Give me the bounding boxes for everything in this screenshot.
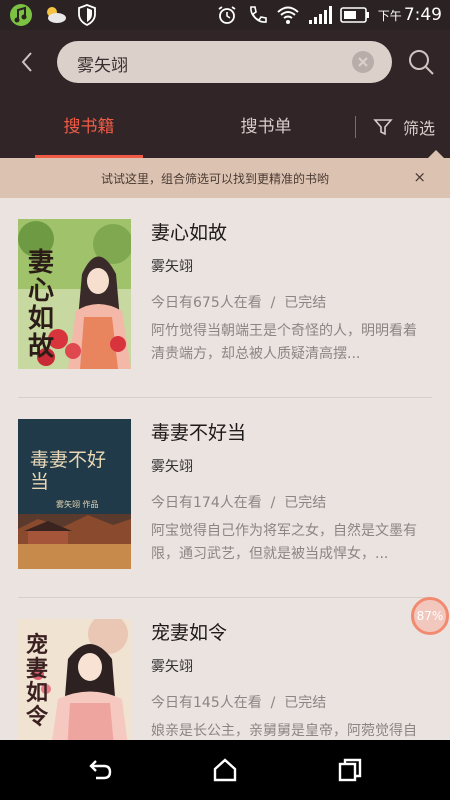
filter-tip-banner: 试试这里，组合筛选可以找到更精准的书哟 ×: [0, 150, 450, 198]
cover-author: 雾矢翊 作品: [56, 500, 99, 509]
home-icon[interactable]: [211, 756, 239, 784]
reader-count: 今日有145人在看: [151, 695, 262, 711]
tab-divider: [355, 116, 356, 138]
book-description: 娘亲是长公主，亲舅舅是皇帝，阿菀觉得自己一生应该能顺遂...: [151, 723, 417, 739]
book-title: 妻心如故: [151, 222, 228, 244]
app-header: 雾矢翊 搜书籍 搜书单 筛选: [0, 30, 450, 158]
book-author: 雾矢翊: [151, 659, 193, 675]
list-item[interactable]: 宠妻如令 宠妻如令 雾矢翊 今日有145人在看 / 已完结 娘亲是长公主，亲舅舅…: [0, 598, 450, 740]
book-meta: 今日有145人在看 / 已完结: [151, 692, 326, 712]
book-meta: 今日有174人在看 / 已完结: [151, 492, 326, 512]
filter-label: 筛选: [403, 119, 436, 138]
book-author: 雾矢翊: [151, 459, 193, 475]
list-item[interactable]: 毒妻不好当 雾矢翊 作品 毒妻不好当 雾矢翊 今日有174人在看 / 已完结 阿…: [0, 398, 450, 598]
book-author: 雾矢翊: [151, 259, 193, 275]
recent-apps-icon[interactable]: [336, 756, 364, 784]
filter-button[interactable]: 筛选: [373, 104, 435, 150]
clock-period: 下午: [377, 9, 402, 23]
battery-icon: [339, 7, 369, 23]
book-title: 毒妻不好当: [151, 422, 247, 444]
call-icon: [249, 6, 267, 23]
book-cover: 妻心如故: [18, 219, 131, 369]
search-input[interactable]: 雾矢翊: [57, 41, 392, 83]
reader-count: 今日有675人在看: [151, 295, 262, 311]
search-icon[interactable]: [406, 47, 436, 77]
completion-status: 已完结: [284, 495, 327, 511]
tab-book-lists[interactable]: 搜书单: [212, 104, 320, 158]
book-cover-art: [18, 419, 131, 569]
tab-books-label: 搜书籍: [63, 117, 115, 137]
book-description: 阿竹觉得当朝端王是个奇怪的人，明明看着清贵端方，却总被人质疑清高摆...: [151, 323, 417, 362]
cover-title: 妻心如故: [28, 248, 55, 362]
tab-bar: 搜书籍 搜书单 筛选: [0, 104, 450, 158]
close-icon: [358, 57, 368, 67]
tab-lists-label: 搜书单: [240, 117, 292, 137]
clock: 下午 7:49: [378, 5, 442, 25]
wifi-icon: [277, 6, 299, 24]
reading-progress-badge[interactable]: 87%: [411, 597, 449, 635]
tab-books[interactable]: 搜书籍: [35, 104, 143, 158]
cover-title: 宠妻如令: [26, 632, 49, 730]
meta-separator: /: [270, 295, 276, 311]
book-cover: 宠妻如令: [18, 619, 131, 740]
clear-search-button[interactable]: [352, 51, 374, 73]
tip-close-button[interactable]: ×: [413, 169, 426, 185]
alarm-icon: [218, 6, 236, 24]
completion-status: 已完结: [284, 695, 327, 711]
signal-icon: [308, 6, 332, 24]
list-item[interactable]: 妻心如故 妻心如故 雾矢翊 今日有675人在看 / 已完结 阿竹觉得当朝端王是个…: [0, 198, 450, 398]
tip-text: 试试这里，组合筛选可以找到更精准的书哟: [100, 172, 329, 186]
music-app-icon: [10, 4, 32, 26]
filter-icon: [373, 119, 393, 136]
meta-separator: /: [270, 695, 276, 711]
cover-title: 毒妻不好当: [30, 449, 107, 493]
tip-pointer: [428, 150, 444, 158]
book-description: 阿宝觉得自己作为将军之女，自然是文墨有限，通习武艺，但就是被当成悍女，...: [151, 523, 417, 562]
book-title: 宠妻如令: [151, 622, 228, 644]
book-result-list: 妻心如故 妻心如故 雾矢翊 今日有675人在看 / 已完结 阿竹觉得当朝端王是个…: [0, 198, 450, 740]
book-cover: 毒妻不好当 雾矢翊 作品: [18, 419, 131, 569]
book-meta: 今日有675人在看 / 已完结: [151, 292, 326, 312]
search-query: 雾矢翊: [77, 56, 128, 76]
completion-status: 已完结: [284, 295, 327, 311]
clock-time: 7:49: [403, 5, 442, 25]
meta-separator: /: [270, 495, 276, 511]
status-bar: 下午 7:49: [0, 0, 450, 30]
shield-icon: [78, 4, 96, 27]
back-icon[interactable]: [14, 48, 42, 76]
back-nav-icon[interactable]: [86, 756, 114, 784]
system-nav-bar: [0, 740, 450, 800]
weather-icon: [47, 7, 66, 23]
reader-count: 今日有174人在看: [151, 495, 262, 511]
